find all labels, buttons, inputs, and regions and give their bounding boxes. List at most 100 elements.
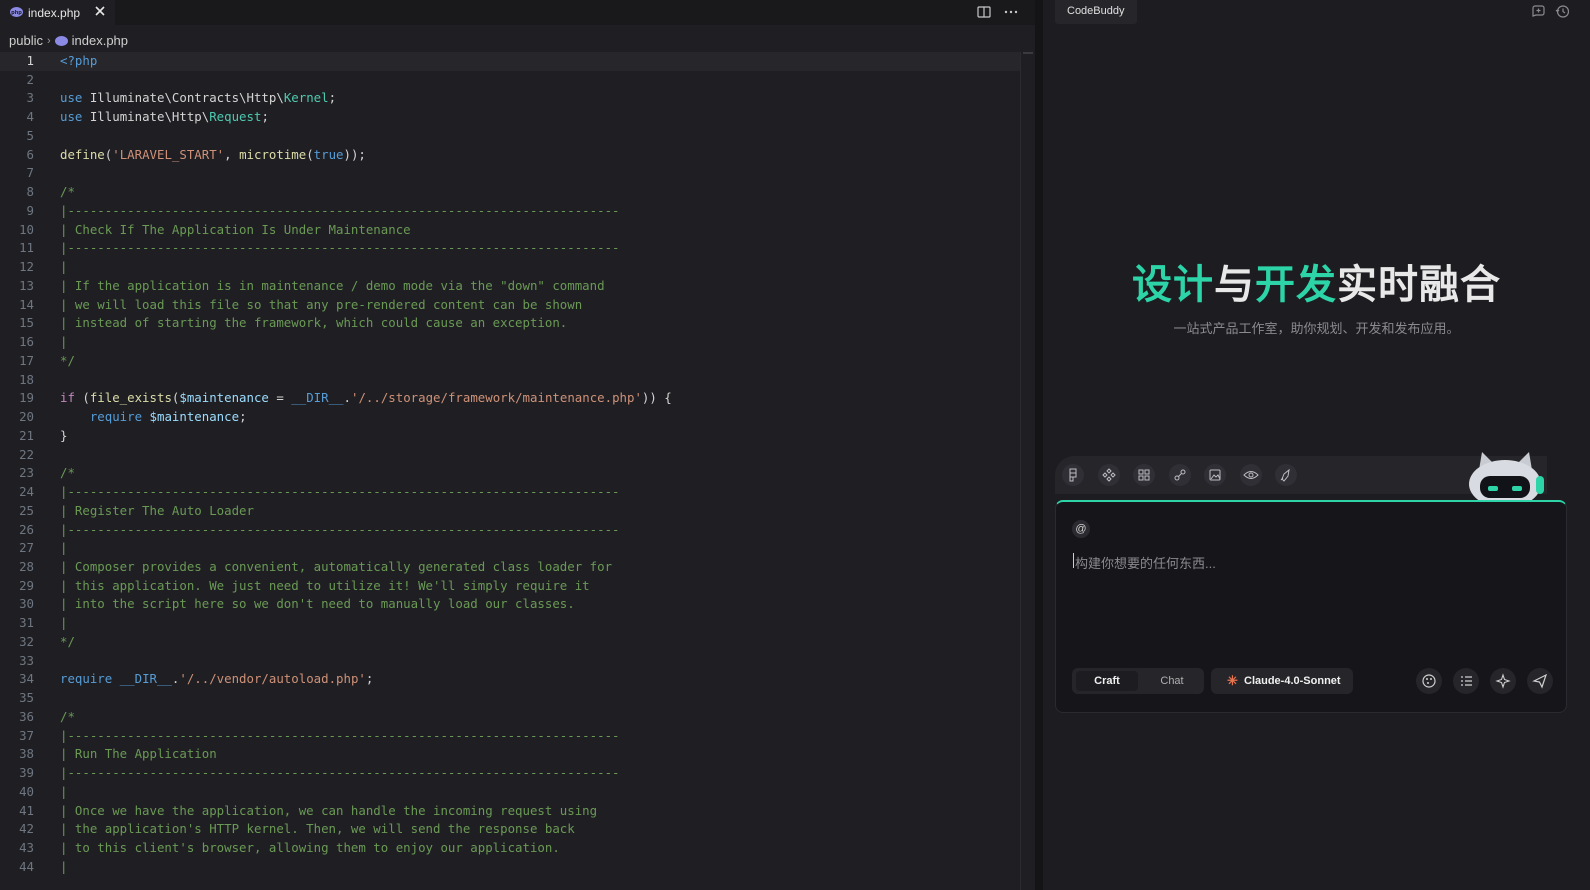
- line-number: 36: [19, 708, 34, 724]
- line-number: 28: [19, 558, 34, 574]
- code-line[interactable]: 12 |: [0, 258, 1020, 277]
- code-line[interactable]: 26 |-------------------------------------…: [0, 521, 1020, 540]
- deploy-icon[interactable]: [1275, 464, 1297, 486]
- code-line[interactable]: 32 */: [0, 633, 1020, 652]
- line-text: define('LARAVEL_START', microtime(true))…: [60, 146, 366, 162]
- figma-icon[interactable]: [1062, 464, 1084, 486]
- link-icon[interactable]: [1169, 464, 1191, 486]
- tab-index-php[interactable]: php index.php: [0, 0, 115, 25]
- line-number: 1: [26, 53, 34, 68]
- code-line[interactable]: 19 if (file_exists($maintenance = __DIR__…: [0, 389, 1020, 408]
- code-line[interactable]: 14 | we will load this file so that any p…: [0, 296, 1020, 315]
- code-line[interactable]: 41 | Once we have the application, we can…: [0, 802, 1020, 821]
- code-line[interactable]: 34 require __DIR__.'/../vendor/autoload.p…: [0, 670, 1020, 689]
- grid-icon[interactable]: [1133, 464, 1155, 486]
- code-line[interactable]: 28 | Composer provides a convenient, auto…: [0, 558, 1020, 577]
- line-number: 25: [19, 502, 34, 518]
- mention-button[interactable]: @: [1072, 520, 1090, 538]
- code-line[interactable]: 24 |-------------------------------------…: [0, 483, 1020, 502]
- code-line[interactable]: 35: [0, 689, 1020, 708]
- code-line[interactable]: 21}: [0, 427, 1020, 446]
- line-number: 33: [19, 652, 34, 668]
- code-line[interactable]: 13 | If the application is in maintenance…: [0, 277, 1020, 296]
- line-text: /*: [60, 465, 75, 481]
- code-line[interactable]: 2: [0, 71, 1020, 90]
- svg-text:php: php: [11, 10, 22, 16]
- line-text: require __DIR__.'/../vendor/autoload.php…: [60, 671, 374, 687]
- code-line[interactable]: 15 | instead of starting the framework, w…: [0, 314, 1020, 333]
- line-number: 9: [26, 202, 34, 218]
- enhance-icon[interactable]: [1490, 668, 1516, 694]
- mode-chat-button[interactable]: Chat: [1142, 671, 1202, 691]
- breadcrumb-file[interactable]: index.php: [72, 33, 128, 48]
- code-line[interactable]: 22: [0, 446, 1020, 465]
- preview-icon[interactable]: [1240, 464, 1262, 486]
- code-line[interactable]: 27 |: [0, 539, 1020, 558]
- panel-divider[interactable]: [1035, 0, 1043, 890]
- line-number: 10: [19, 221, 34, 237]
- code-line[interactable]: 10 | Check If The Application Is Under Ma…: [0, 221, 1020, 240]
- code-line[interactable]: 44 |: [0, 858, 1020, 877]
- code-line[interactable]: 31 |: [0, 614, 1020, 633]
- line-number: 15: [19, 315, 34, 331]
- code-area[interactable]: 1 <?php 2 3 use Illuminate\Contracts\Http\Ke…: [0, 52, 1020, 890]
- breadcrumb-folder[interactable]: public: [9, 33, 43, 48]
- more-actions-icon[interactable]: [1003, 4, 1019, 20]
- code-line[interactable]: 40 |: [0, 783, 1020, 802]
- code-line[interactable]: 23 /*: [0, 464, 1020, 483]
- split-editor-icon[interactable]: [976, 4, 992, 20]
- code-line[interactable]: 38 | Run The Application: [0, 745, 1020, 764]
- line-number: 19: [19, 390, 34, 406]
- line-number: 39: [19, 765, 34, 781]
- code-line[interactable]: 29 | this application. We just need to ut…: [0, 577, 1020, 596]
- line-number: 23: [19, 465, 34, 481]
- code-line[interactable]: 9 |--------------------------------------…: [0, 202, 1020, 221]
- code-line[interactable]: 37 |-------------------------------------…: [0, 727, 1020, 746]
- code-line[interactable]: 8 /*: [0, 183, 1020, 202]
- code-line[interactable]: 18: [0, 371, 1020, 390]
- code-line[interactable]: 11 |-------------------------------------…: [0, 239, 1020, 258]
- line-text: |---------------------------------------…: [60, 202, 620, 218]
- mode-craft-button[interactable]: Craft: [1076, 671, 1138, 691]
- code-line[interactable]: 42 | the application's HTTP kernel. Then,…: [0, 820, 1020, 839]
- breadcrumb: public › index.php: [9, 32, 128, 50]
- model-selector[interactable]: ✳ Claude-4.0-Sonnet: [1211, 668, 1353, 694]
- line-number: 3: [26, 90, 34, 106]
- code-line[interactable]: 1 <?php: [0, 52, 1020, 71]
- code-line[interactable]: 33: [0, 652, 1020, 671]
- scrollbar-thumb[interactable]: [1023, 52, 1033, 54]
- code-line[interactable]: 16 |: [0, 333, 1020, 352]
- send-icon[interactable]: [1527, 668, 1553, 694]
- hero-subtitle: 一站式产品工作室，助你规划、开发和发布应用。: [1173, 321, 1460, 336]
- code-line[interactable]: 17 */: [0, 352, 1020, 371]
- line-number: 43: [19, 840, 34, 856]
- history-icon[interactable]: [1555, 4, 1570, 19]
- new-chat-icon[interactable]: [1531, 4, 1546, 19]
- list-icon[interactable]: [1453, 668, 1479, 694]
- code-line[interactable]: 4 use Illuminate\Http\Request;: [0, 108, 1020, 127]
- panel-header-tab[interactable]: CodeBuddy: [1055, 0, 1137, 24]
- line-text: |: [60, 259, 68, 275]
- code-line[interactable]: 6 define('LARAVEL_START', microtime(true)…: [0, 146, 1020, 165]
- line-number: 14: [19, 296, 34, 312]
- code-line[interactable]: 30 | into the script here so we don't nee…: [0, 595, 1020, 614]
- prompt-input[interactable]: [1073, 550, 1547, 576]
- close-icon[interactable]: [93, 4, 107, 18]
- line-text: use Illuminate\Contracts\Http\Kernel;: [60, 90, 337, 106]
- line-number: 29: [19, 577, 34, 593]
- image-icon[interactable]: [1204, 464, 1226, 486]
- code-line[interactable]: 39 |-------------------------------------…: [0, 764, 1020, 783]
- code-line[interactable]: 36 /*: [0, 708, 1020, 727]
- line-text: /*: [60, 708, 75, 724]
- line-text: |: [60, 334, 68, 350]
- editor-scrollbar[interactable]: [1020, 52, 1035, 890]
- code-line[interactable]: 43 | to this client's browser, allowing t…: [0, 839, 1020, 858]
- line-text: | we will load this file so that any pre…: [60, 296, 583, 312]
- code-line[interactable]: 20 require $maintenance;: [0, 408, 1020, 427]
- code-line[interactable]: 5: [0, 127, 1020, 146]
- palette-icon[interactable]: [1416, 668, 1442, 694]
- code-line[interactable]: 25 | Register The Auto Loader: [0, 502, 1020, 521]
- code-line[interactable]: 7: [0, 164, 1020, 183]
- code-line[interactable]: 3 use Illuminate\Contracts\Http\Kernel;: [0, 89, 1020, 108]
- component-icon[interactable]: [1098, 464, 1120, 486]
